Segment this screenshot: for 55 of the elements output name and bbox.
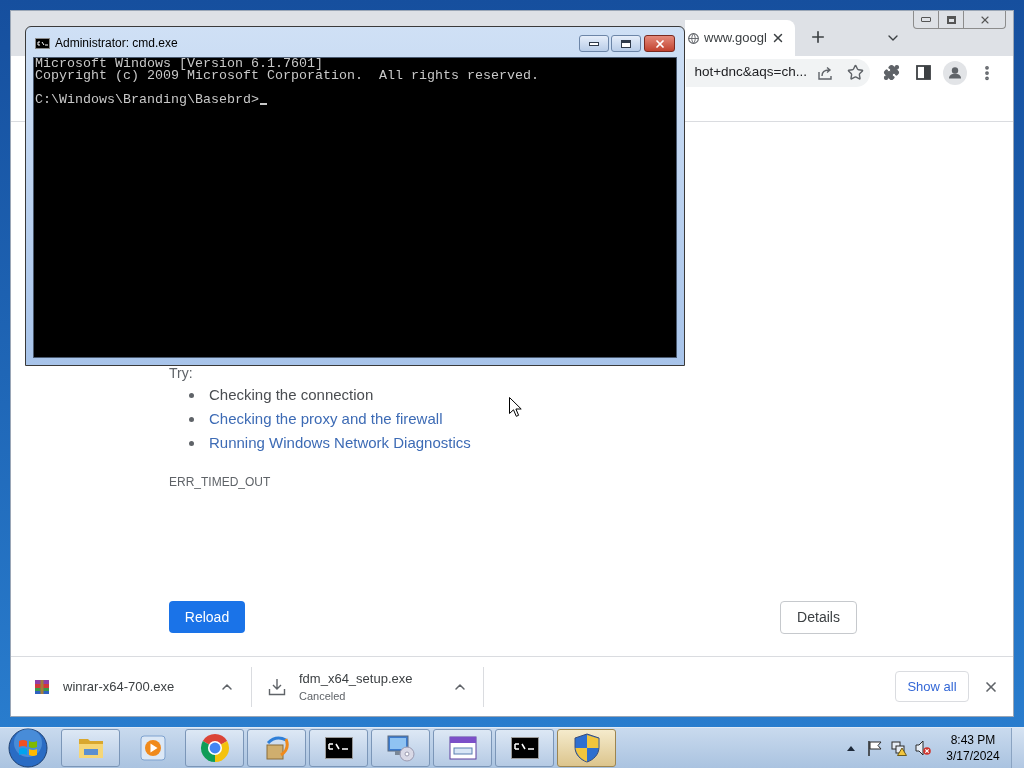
bullet-icon — [189, 416, 194, 422]
console-line: Copyright (c) 2009 Microsoft Corporation. All rights reserved. — [35, 70, 539, 82]
browser-logo-icon — [199, 733, 230, 763]
suggestion-link[interactable]: Checking the proxy and the firewall — [209, 409, 443, 429]
bullet-icon — [189, 392, 194, 398]
details-button[interactable]: Details — [780, 601, 857, 634]
mouse-pointer-icon — [509, 397, 522, 417]
terminal-icon — [35, 38, 50, 49]
network-warning-icon[interactable] — [891, 740, 907, 756]
taskbar-button[interactable] — [495, 729, 554, 767]
terminal-icon — [510, 737, 539, 759]
folder-icon — [76, 736, 105, 760]
download-icon — [268, 677, 286, 696]
start-button[interactable] — [7, 728, 49, 768]
share-icon[interactable] — [817, 64, 833, 81]
side-panel-icon[interactable] — [915, 65, 931, 80]
reload-button[interactable]: Reload — [169, 601, 245, 633]
address-field[interactable]: hot+dnc&aqs=ch... — [686, 58, 870, 87]
close-icon[interactable] — [771, 31, 785, 45]
error-code: ERR_TIMED_OUT — [169, 474, 271, 490]
close-button[interactable] — [644, 35, 675, 52]
terminal-icon — [324, 737, 353, 759]
suggestion-text: Checking the connection — [209, 385, 374, 405]
star-icon[interactable] — [847, 64, 864, 81]
plus-icon[interactable] — [809, 28, 827, 46]
suggestion-link[interactable]: Running Windows Network Diagnostics — [209, 433, 471, 453]
download-status: Canceled — [299, 688, 347, 704]
bullet-icon — [189, 440, 194, 446]
browser-tab[interactable]: www.googl — [685, 20, 795, 56]
flag-icon[interactable] — [867, 740, 883, 756]
puzzle-icon[interactable] — [882, 64, 900, 81]
caret-up-icon[interactable] — [847, 745, 855, 751]
speaker-muted-icon[interactable] — [915, 740, 931, 756]
try-label: Try: — [169, 365, 193, 381]
console-line: Microsoft Windows [Version 6.1.7601] — [35, 58, 323, 70]
download-filename[interactable]: winrar-x64-700.exe — [63, 677, 175, 696]
window-title: Administrator: cmd.exe — [55, 35, 178, 52]
close-icon — [653, 37, 666, 50]
windows-logo-icon — [8, 728, 48, 768]
console-prompt: C:\Windows\Branding\Basebrd> — [35, 94, 259, 106]
clock-time[interactable]: 8:43 PM — [950, 732, 996, 748]
console-cursor-icon — [259, 103, 267, 105]
globe-icon — [688, 32, 699, 44]
window-icon — [447, 735, 478, 761]
play-icon — [139, 735, 166, 761]
minimize-button[interactable] — [579, 35, 609, 52]
avatar-icon[interactable] — [943, 60, 967, 85]
show-all-button[interactable]: Show all — [895, 671, 969, 702]
shield-icon — [573, 733, 600, 763]
maximize-button[interactable] — [611, 35, 641, 52]
computer-disc-icon — [385, 734, 416, 762]
taskbar-button[interactable] — [309, 729, 368, 767]
archive-icon — [34, 678, 50, 695]
download-filename[interactable]: fdm_x64_setup.exe — [299, 669, 413, 688]
clock-date[interactable]: 3/17/2024 — [946, 748, 1000, 764]
